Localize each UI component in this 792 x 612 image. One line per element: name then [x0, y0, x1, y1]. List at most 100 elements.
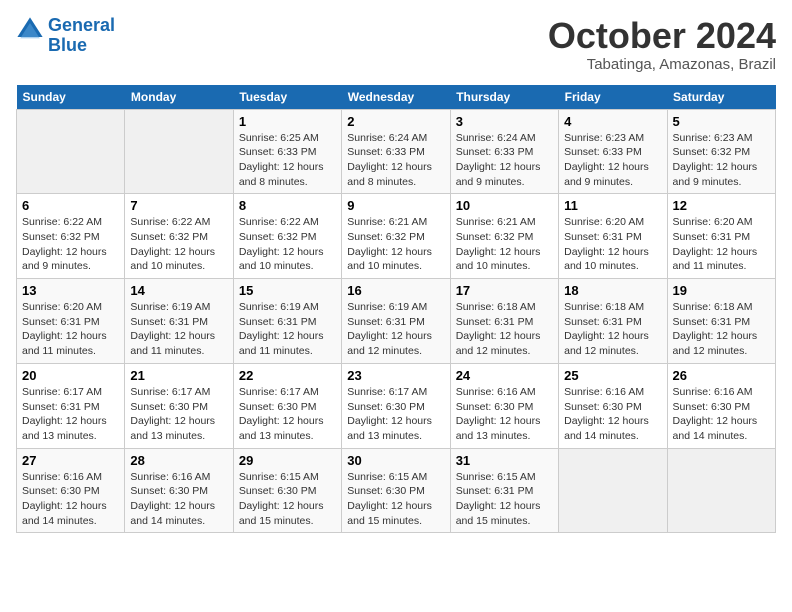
calendar-cell: 20 Sunrise: 6:17 AM Sunset: 6:31 PM Dayli…: [17, 363, 125, 448]
day-info: Sunrise: 6:22 AM Sunset: 6:32 PM Dayligh…: [130, 215, 227, 274]
day-info: Sunrise: 6:20 AM Sunset: 6:31 PM Dayligh…: [673, 215, 770, 274]
day-info: Sunrise: 6:16 AM Sunset: 6:30 PM Dayligh…: [673, 385, 770, 444]
calendar-week-3: 13Sunrise: 6:20 AM Sunset: 6:31 PM Dayli…: [17, 279, 776, 364]
calendar-cell: [559, 448, 667, 533]
day-info: Sunrise: 6:15 AM Sunset: 6:30 PM Dayligh…: [239, 470, 336, 529]
weekday-header-row: SundayMondayTuesdayWednesdayThursdayFrid…: [17, 85, 776, 110]
calendar-cell: 9 Sunrise: 6:21 AM Sunset: 6:32 PM Daylig…: [342, 194, 450, 279]
day-info: Sunrise: 6:17 AM Sunset: 6:30 PM Dayligh…: [239, 385, 336, 444]
weekday-header-saturday: Saturday: [667, 85, 775, 110]
weekday-header-thursday: Thursday: [450, 85, 558, 110]
day-number: 24: [456, 368, 553, 383]
day-info: Sunrise: 6:18 AM Sunset: 6:31 PM Dayligh…: [456, 300, 553, 359]
logo-blue: Blue: [48, 35, 87, 55]
day-number: 29: [239, 453, 336, 468]
calendar-cell: 22 Sunrise: 6:17 AM Sunset: 6:30 PM Dayli…: [233, 363, 341, 448]
weekday-header-monday: Monday: [125, 85, 233, 110]
logo-icon: [16, 16, 44, 44]
day-info: Sunrise: 6:21 AM Sunset: 6:32 PM Dayligh…: [347, 215, 444, 274]
day-info: Sunrise: 6:16 AM Sunset: 6:30 PM Dayligh…: [22, 470, 119, 529]
day-number: 23: [347, 368, 444, 383]
day-number: 25: [564, 368, 661, 383]
calendar-week-5: 27Sunrise: 6:16 AM Sunset: 6:30 PM Dayli…: [17, 448, 776, 533]
day-info: Sunrise: 6:15 AM Sunset: 6:31 PM Dayligh…: [456, 470, 553, 529]
day-info: Sunrise: 6:19 AM Sunset: 6:31 PM Dayligh…: [239, 300, 336, 359]
calendar-cell: 25 Sunrise: 6:16 AM Sunset: 6:30 PM Dayli…: [559, 363, 667, 448]
calendar-cell: 10 Sunrise: 6:21 AM Sunset: 6:32 PM Dayli…: [450, 194, 558, 279]
day-number: 19: [673, 283, 770, 298]
day-number: 28: [130, 453, 227, 468]
calendar-cell: 15Sunrise: 6:19 AM Sunset: 6:31 PM Dayli…: [233, 279, 341, 364]
calendar-cell: 12Sunrise: 6:20 AM Sunset: 6:31 PM Dayli…: [667, 194, 775, 279]
calendar-cell: [125, 109, 233, 194]
day-number: 10: [456, 198, 553, 213]
calendar-cell: 24 Sunrise: 6:16 AM Sunset: 6:30 PM Dayli…: [450, 363, 558, 448]
weekday-header-tuesday: Tuesday: [233, 85, 341, 110]
calendar-cell: 1 Sunrise: 6:25 AM Sunset: 6:33 PM Daylig…: [233, 109, 341, 194]
day-info: Sunrise: 6:24 AM Sunset: 6:33 PM Dayligh…: [456, 131, 553, 190]
calendar-cell: 18Sunrise: 6:18 AM Sunset: 6:31 PM Dayli…: [559, 279, 667, 364]
day-info: Sunrise: 6:19 AM Sunset: 6:31 PM Dayligh…: [347, 300, 444, 359]
day-number: 5: [673, 114, 770, 129]
day-info: Sunrise: 6:20 AM Sunset: 6:31 PM Dayligh…: [22, 300, 119, 359]
day-number: 1: [239, 114, 336, 129]
month-title: October 2024: [548, 16, 776, 56]
logo-general: General: [48, 15, 115, 35]
title-block: October 2024 Tabatinga, Amazonas, Brazil: [548, 16, 776, 73]
day-number: 16: [347, 283, 444, 298]
calendar-cell: 2 Sunrise: 6:24 AM Sunset: 6:33 PM Daylig…: [342, 109, 450, 194]
calendar-cell: 28 Sunrise: 6:16 AM Sunset: 6:30 PM Dayli…: [125, 448, 233, 533]
day-number: 20: [22, 368, 119, 383]
calendar-cell: 7Sunrise: 6:22 AM Sunset: 6:32 PM Daylig…: [125, 194, 233, 279]
calendar-week-2: 6 Sunrise: 6:22 AM Sunset: 6:32 PM Daylig…: [17, 194, 776, 279]
day-number: 21: [130, 368, 227, 383]
weekday-header-friday: Friday: [559, 85, 667, 110]
day-info: Sunrise: 6:17 AM Sunset: 6:31 PM Dayligh…: [22, 385, 119, 444]
day-number: 17: [456, 283, 553, 298]
day-info: Sunrise: 6:21 AM Sunset: 6:32 PM Dayligh…: [456, 215, 553, 274]
day-info: Sunrise: 6:18 AM Sunset: 6:31 PM Dayligh…: [564, 300, 661, 359]
day-info: Sunrise: 6:25 AM Sunset: 6:33 PM Dayligh…: [239, 131, 336, 190]
day-info: Sunrise: 6:16 AM Sunset: 6:30 PM Dayligh…: [564, 385, 661, 444]
day-number: 11: [564, 198, 661, 213]
calendar-cell: 5Sunrise: 6:23 AM Sunset: 6:32 PM Daylig…: [667, 109, 775, 194]
day-info: Sunrise: 6:24 AM Sunset: 6:33 PM Dayligh…: [347, 131, 444, 190]
day-number: 6: [22, 198, 119, 213]
calendar-cell: 6 Sunrise: 6:22 AM Sunset: 6:32 PM Daylig…: [17, 194, 125, 279]
day-number: 8: [239, 198, 336, 213]
day-info: Sunrise: 6:20 AM Sunset: 6:31 PM Dayligh…: [564, 215, 661, 274]
day-number: 22: [239, 368, 336, 383]
day-info: Sunrise: 6:15 AM Sunset: 6:30 PM Dayligh…: [347, 470, 444, 529]
calendar-cell: 30Sunrise: 6:15 AM Sunset: 6:30 PM Dayli…: [342, 448, 450, 533]
day-number: 4: [564, 114, 661, 129]
day-number: 14: [130, 283, 227, 298]
calendar-cell: 29 Sunrise: 6:15 AM Sunset: 6:30 PM Dayli…: [233, 448, 341, 533]
calendar-cell: 8Sunrise: 6:22 AM Sunset: 6:32 PM Daylig…: [233, 194, 341, 279]
calendar-cell: 4 Sunrise: 6:23 AM Sunset: 6:33 PM Daylig…: [559, 109, 667, 194]
day-number: 31: [456, 453, 553, 468]
calendar-cell: 19 Sunrise: 6:18 AM Sunset: 6:31 PM Dayli…: [667, 279, 775, 364]
weekday-header-sunday: Sunday: [17, 85, 125, 110]
day-info: Sunrise: 6:17 AM Sunset: 6:30 PM Dayligh…: [347, 385, 444, 444]
day-number: 2: [347, 114, 444, 129]
day-info: Sunrise: 6:23 AM Sunset: 6:33 PM Dayligh…: [564, 131, 661, 190]
calendar-cell: 26 Sunrise: 6:16 AM Sunset: 6:30 PM Dayli…: [667, 363, 775, 448]
calendar-table: SundayMondayTuesdayWednesdayThursdayFrid…: [16, 85, 776, 534]
page-header: General Blue October 2024 Tabatinga, Ama…: [16, 16, 776, 73]
day-info: Sunrise: 6:19 AM Sunset: 6:31 PM Dayligh…: [130, 300, 227, 359]
weekday-header-wednesday: Wednesday: [342, 85, 450, 110]
calendar-week-4: 20 Sunrise: 6:17 AM Sunset: 6:31 PM Dayli…: [17, 363, 776, 448]
day-info: Sunrise: 6:18 AM Sunset: 6:31 PM Dayligh…: [673, 300, 770, 359]
calendar-cell: 14 Sunrise: 6:19 AM Sunset: 6:31 PM Dayli…: [125, 279, 233, 364]
location-label: Tabatinga, Amazonas, Brazil: [548, 56, 776, 73]
calendar-cell: 21 Sunrise: 6:17 AM Sunset: 6:30 PM Dayli…: [125, 363, 233, 448]
day-number: 9: [347, 198, 444, 213]
day-number: 26: [673, 368, 770, 383]
day-info: Sunrise: 6:16 AM Sunset: 6:30 PM Dayligh…: [130, 470, 227, 529]
day-info: Sunrise: 6:22 AM Sunset: 6:32 PM Dayligh…: [22, 215, 119, 274]
calendar-cell: 27Sunrise: 6:16 AM Sunset: 6:30 PM Dayli…: [17, 448, 125, 533]
calendar-cell: 23 Sunrise: 6:17 AM Sunset: 6:30 PM Dayli…: [342, 363, 450, 448]
day-info: Sunrise: 6:16 AM Sunset: 6:30 PM Dayligh…: [456, 385, 553, 444]
day-number: 3: [456, 114, 553, 129]
day-info: Sunrise: 6:17 AM Sunset: 6:30 PM Dayligh…: [130, 385, 227, 444]
